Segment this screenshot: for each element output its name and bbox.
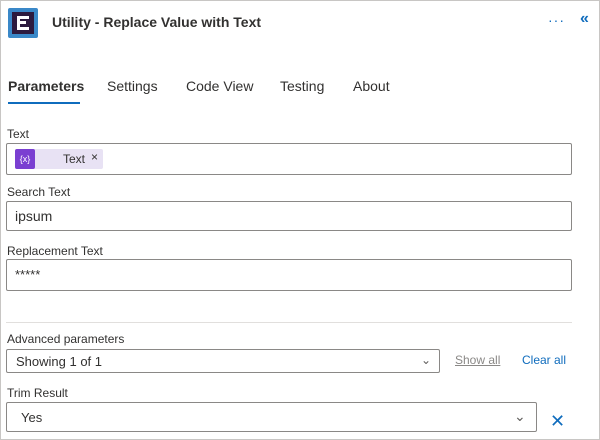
connector-logo-icon xyxy=(8,8,38,38)
trim-result-value: Yes xyxy=(21,410,43,425)
tab-bar: Parameters Settings Code View Testing Ab… xyxy=(0,72,600,106)
tab-code-view[interactable]: Code View xyxy=(186,78,253,94)
remove-token-icon[interactable]: × xyxy=(91,150,98,164)
search-text-value: ipsum xyxy=(15,208,53,224)
text-field-label: Text xyxy=(7,127,30,141)
trim-result-label: Trim Result xyxy=(7,386,68,400)
search-text-label: Search Text xyxy=(7,185,71,199)
chevron-down-icon: ⌄ xyxy=(514,408,526,424)
advanced-parameters-value: Showing 1 of 1 xyxy=(16,354,103,369)
collapse-panel-button[interactable]: « xyxy=(580,10,589,28)
panel-header: Utility - Replace Value with Text ··· « xyxy=(0,0,600,46)
variable-icon: {x} xyxy=(15,149,35,169)
active-tab-indicator xyxy=(8,102,80,104)
show-all-link[interactable]: Show all xyxy=(455,353,500,367)
tab-about[interactable]: About xyxy=(353,78,390,94)
advanced-parameters-label: Advanced parameters xyxy=(7,332,125,346)
more-options-button[interactable]: ··· xyxy=(548,12,565,28)
tab-settings[interactable]: Settings xyxy=(107,78,158,94)
text-token[interactable]: {x} Text × xyxy=(15,149,103,169)
tab-parameters[interactable]: Parameters xyxy=(8,78,84,94)
text-field[interactable]: {x} Text × xyxy=(6,143,572,175)
replacement-text-label: Replacement Text xyxy=(7,244,103,258)
replacement-text-input[interactable]: ***** xyxy=(6,259,572,291)
search-text-input[interactable]: ipsum xyxy=(6,201,572,231)
advanced-parameters-dropdown[interactable]: Showing 1 of 1 ⌄ xyxy=(6,349,440,373)
trim-result-dropdown[interactable]: Yes ⌄ xyxy=(6,402,537,432)
tab-testing[interactable]: Testing xyxy=(280,78,324,94)
replacement-text-value: ***** xyxy=(15,267,41,282)
clear-all-link[interactable]: Clear all xyxy=(522,353,566,367)
action-title: Utility - Replace Value with Text xyxy=(52,14,262,30)
chevron-down-icon: ⌄ xyxy=(421,353,432,367)
remove-parameter-icon[interactable]: ✕ xyxy=(550,411,565,432)
section-divider xyxy=(6,322,572,323)
token-label: Text xyxy=(63,152,86,166)
